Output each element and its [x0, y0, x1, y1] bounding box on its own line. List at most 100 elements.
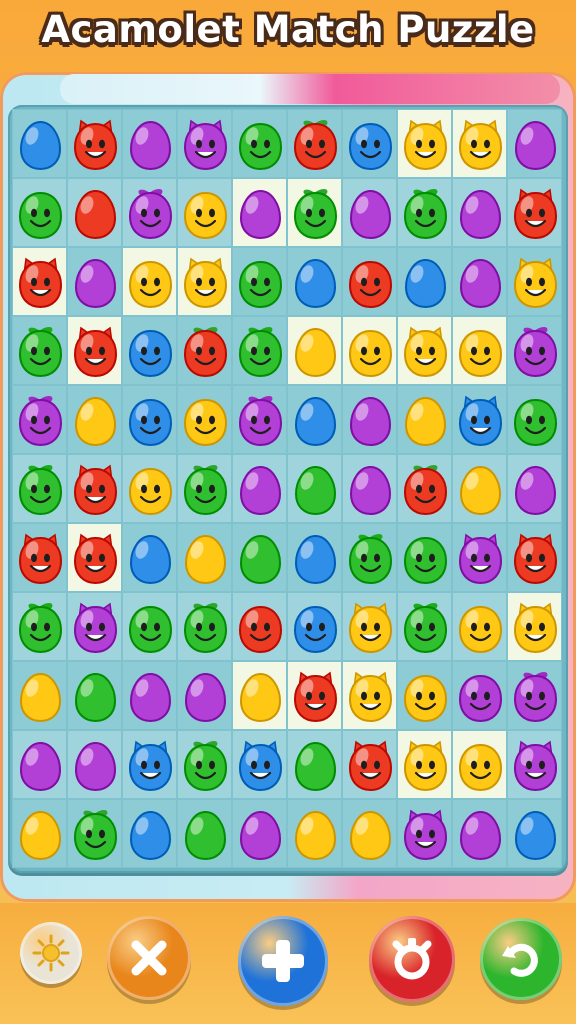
board-cell[interactable]: [12, 247, 67, 316]
board-cell[interactable]: [12, 592, 67, 661]
board-cell[interactable]: [12, 454, 67, 523]
board-cell[interactable]: [122, 247, 177, 316]
refresh-button[interactable]: [480, 918, 562, 1000]
board-cell[interactable]: [287, 385, 342, 454]
board-cell[interactable]: [232, 454, 287, 523]
board-cell[interactable]: [397, 730, 452, 799]
board-cell[interactable]: [177, 385, 232, 454]
board-cell[interactable]: [397, 799, 452, 868]
board-cell[interactable]: [397, 661, 452, 730]
board-cell[interactable]: [507, 592, 562, 661]
board-cell[interactable]: [177, 247, 232, 316]
add-button[interactable]: [238, 916, 328, 1006]
board-cell[interactable]: [397, 109, 452, 178]
board-cell[interactable]: [287, 109, 342, 178]
board-cell[interactable]: [507, 316, 562, 385]
board-cell[interactable]: [67, 730, 122, 799]
board-cell[interactable]: [122, 661, 177, 730]
board-cell[interactable]: [177, 592, 232, 661]
board-cell[interactable]: [177, 730, 232, 799]
board-cell[interactable]: [122, 523, 177, 592]
board-cell[interactable]: [452, 661, 507, 730]
board-cell[interactable]: [67, 385, 122, 454]
board-cell[interactable]: [122, 454, 177, 523]
board-cell[interactable]: [122, 799, 177, 868]
board-cell[interactable]: [12, 730, 67, 799]
board-cell[interactable]: [342, 316, 397, 385]
board-cell[interactable]: [177, 316, 232, 385]
board-cell[interactable]: [287, 247, 342, 316]
board-cell[interactable]: [232, 316, 287, 385]
board-cell[interactable]: [67, 109, 122, 178]
board-cell[interactable]: [122, 109, 177, 178]
board-cell[interactable]: [452, 592, 507, 661]
board-cell[interactable]: [232, 730, 287, 799]
board-cell[interactable]: [342, 799, 397, 868]
board-cell[interactable]: [507, 109, 562, 178]
board-cell[interactable]: [287, 523, 342, 592]
board-cell[interactable]: [342, 178, 397, 247]
board-cell[interactable]: [342, 109, 397, 178]
board-cell[interactable]: [287, 799, 342, 868]
board-cell[interactable]: [452, 178, 507, 247]
board-cell[interactable]: [452, 454, 507, 523]
board-cell[interactable]: [232, 178, 287, 247]
board-cell[interactable]: [67, 316, 122, 385]
board-cell[interactable]: [232, 523, 287, 592]
board-cell[interactable]: [452, 247, 507, 316]
board-cell[interactable]: [287, 178, 342, 247]
board-cell[interactable]: [177, 109, 232, 178]
sun-button[interactable]: [20, 922, 82, 984]
board-cell[interactable]: [12, 385, 67, 454]
board-cell[interactable]: [67, 592, 122, 661]
board-cell[interactable]: [122, 730, 177, 799]
board-cell[interactable]: [287, 730, 342, 799]
board-cell[interactable]: [342, 730, 397, 799]
board-cell[interactable]: [397, 316, 452, 385]
board-cell[interactable]: [122, 385, 177, 454]
board-cell[interactable]: [397, 247, 452, 316]
board-cell[interactable]: [342, 661, 397, 730]
board-cell[interactable]: [287, 316, 342, 385]
board-cell[interactable]: [507, 523, 562, 592]
board-cell[interactable]: [397, 592, 452, 661]
board-cell[interactable]: [342, 454, 397, 523]
board-cell[interactable]: [67, 661, 122, 730]
board-cell[interactable]: [12, 661, 67, 730]
board-cell[interactable]: [452, 523, 507, 592]
board-cell[interactable]: [507, 385, 562, 454]
board-cell[interactable]: [507, 178, 562, 247]
board-cell[interactable]: [177, 454, 232, 523]
board-cell[interactable]: [177, 799, 232, 868]
board-cell[interactable]: [397, 454, 452, 523]
board-cell[interactable]: [342, 592, 397, 661]
board-cell[interactable]: [232, 661, 287, 730]
board-cell[interactable]: [122, 178, 177, 247]
board-cell[interactable]: [67, 247, 122, 316]
board-cell[interactable]: [232, 592, 287, 661]
board-cell[interactable]: [232, 385, 287, 454]
board-cell[interactable]: [507, 247, 562, 316]
board-cell[interactable]: [287, 454, 342, 523]
board-cell[interactable]: [232, 247, 287, 316]
board-cell[interactable]: [67, 799, 122, 868]
board-cell[interactable]: [507, 661, 562, 730]
board-cell[interactable]: [12, 523, 67, 592]
board-cell[interactable]: [452, 799, 507, 868]
board-cell[interactable]: [342, 385, 397, 454]
board-cell[interactable]: [507, 730, 562, 799]
board-cell[interactable]: [12, 799, 67, 868]
board-cell[interactable]: [12, 178, 67, 247]
board-cell[interactable]: [397, 523, 452, 592]
board-cell[interactable]: [67, 523, 122, 592]
board-cell[interactable]: [177, 661, 232, 730]
close-button[interactable]: [107, 916, 191, 1000]
board-cell[interactable]: [12, 109, 67, 178]
board-cell[interactable]: [452, 385, 507, 454]
board-cell[interactable]: [122, 316, 177, 385]
board-cell[interactable]: [342, 247, 397, 316]
board-cell[interactable]: [452, 109, 507, 178]
board-cell[interactable]: [122, 592, 177, 661]
board-cell[interactable]: [452, 730, 507, 799]
board-cell[interactable]: [287, 592, 342, 661]
